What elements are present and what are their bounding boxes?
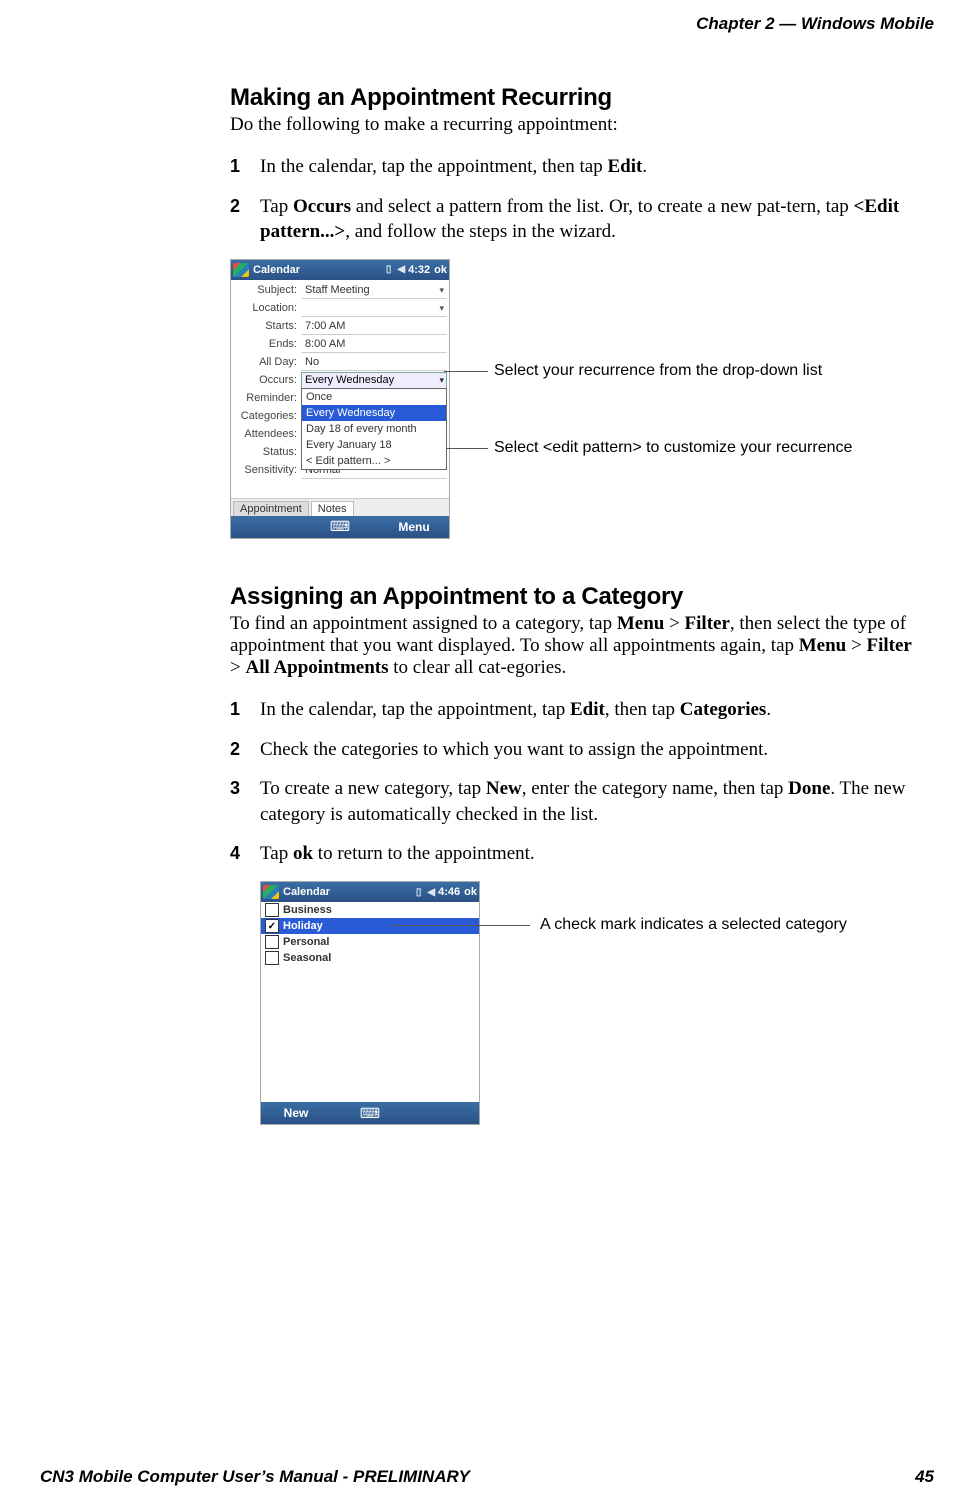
steps-category: 1 In the calendar, tap the appointment, …	[230, 697, 914, 867]
tabs: Appointment Notes	[231, 498, 449, 516]
app-title: Calendar	[283, 886, 330, 898]
step-text: and select a pattern from the list. Or, …	[351, 196, 854, 217]
section-intro-category: To find an appointment assigned to a cat…	[230, 613, 914, 679]
softkey-new[interactable]: New	[261, 1106, 331, 1120]
windows-flag-icon[interactable]	[263, 885, 279, 899]
step-text: .	[642, 156, 647, 177]
page-footer: CN3 Mobile Computer User’s Manual - PREL…	[40, 1467, 934, 1487]
step-number: 3	[230, 776, 240, 800]
volume-icon: ◀	[427, 887, 435, 898]
device-categories: Calendar ▯ ◀ 4:46 ok Business ✓Holiday P…	[260, 881, 480, 1125]
device-titlebar: Calendar ▯ ◀ 4:32 ok	[231, 260, 449, 280]
keyboard-icon[interactable]: ⌨	[331, 1105, 409, 1122]
label-subject: Subject:	[233, 284, 301, 296]
field-ends[interactable]: 8:00 AM	[301, 336, 447, 353]
checkbox-checked-icon[interactable]: ✓	[265, 919, 279, 933]
signal-icon: ▯	[416, 887, 422, 898]
step-3: 3 To create a new category, tap New, ent…	[230, 776, 914, 827]
section-title-category: Assigning an Appointment to a Category	[230, 583, 914, 611]
dropdown-option-edit-pattern[interactable]: < Edit pattern... >	[302, 453, 446, 469]
label-occurs: Occurs:	[233, 374, 301, 386]
section-title-recurring: Making an Appointment Recurring	[230, 84, 914, 112]
callout-line	[390, 925, 530, 926]
section-intro-recurring: Do the following to make a recurring app…	[230, 114, 914, 136]
clock: 4:46	[438, 886, 460, 898]
step-number: 1	[230, 154, 240, 178]
page-content: Making an Appointment Recurring Do the f…	[230, 84, 914, 1181]
checkbox-icon[interactable]	[265, 935, 279, 949]
running-head: Chapter 2 — Windows Mobile	[40, 14, 934, 34]
checkbox-icon[interactable]	[265, 903, 279, 917]
bold-occurs: Occurs	[293, 196, 351, 217]
windows-flag-icon[interactable]	[233, 263, 249, 277]
step-4: 4 Tap ok to return to the appointment.	[230, 841, 914, 867]
step-1: 1 In the calendar, tap the appointment, …	[230, 697, 914, 723]
step-2: 2 Check the categories to which you want…	[230, 737, 914, 763]
ok-button[interactable]: ok	[464, 886, 477, 898]
figure-categories: Calendar ▯ ◀ 4:46 ok Business ✓Holiday P…	[260, 881, 914, 1181]
footer-manual-title: CN3 Mobile Computer User’s Manual - PREL…	[40, 1467, 470, 1487]
category-item-business[interactable]: Business	[261, 902, 479, 918]
step-text: In the calendar, tap the appointment, th…	[260, 156, 607, 177]
category-list: Business ✓Holiday Personal Seasonal	[261, 902, 479, 966]
step-text: , and follow the steps in the wizard.	[345, 221, 616, 242]
checkbox-icon[interactable]	[265, 951, 279, 965]
dropdown-option-once[interactable]: Once	[302, 389, 446, 405]
softkey-bar: New ⌨	[261, 1102, 479, 1124]
field-location[interactable]	[301, 300, 447, 317]
callout-line	[444, 371, 488, 372]
softkey-bar: ⌨ Menu	[231, 516, 449, 538]
dropdown-option-day18[interactable]: Day 18 of every month	[302, 421, 446, 437]
dropdown-option-jan18[interactable]: Every January 18	[302, 437, 446, 453]
category-item-seasonal[interactable]: Seasonal	[261, 950, 479, 966]
footer-page-number: 45	[915, 1467, 934, 1487]
device-titlebar: Calendar ▯ ◀ 4:46 ok	[261, 882, 479, 902]
volume-icon: ◀	[397, 264, 405, 275]
label-allday: All Day:	[233, 356, 301, 368]
label-ends: Ends:	[233, 338, 301, 350]
label-location: Location:	[233, 302, 301, 314]
callout-checkmark: A check mark indicates a selected catego…	[540, 916, 847, 934]
step-number: 2	[230, 737, 240, 761]
label-status: Status:	[233, 446, 301, 458]
step-number: 2	[230, 194, 240, 218]
field-starts[interactable]: 7:00 AM	[301, 318, 447, 335]
callout-edit-pattern: Select <edit pattern> to customize your …	[494, 439, 852, 457]
occurs-dropdown[interactable]: Once Every Wednesday Day 18 of every mon…	[301, 388, 447, 470]
callout-recurrence-dropdown: Select your recurrence from the drop-dow…	[494, 362, 822, 380]
category-body: Business ✓Holiday Personal Seasonal	[261, 902, 479, 1102]
field-subject[interactable]: Staff Meeting	[301, 282, 447, 299]
step-number: 1	[230, 697, 240, 721]
callout-line	[444, 448, 488, 449]
tab-notes[interactable]: Notes	[311, 501, 354, 516]
ok-button[interactable]: ok	[434, 264, 447, 276]
figure-recurrence: Calendar ▯ ◀ 4:32 ok Subject:Staff Meeti…	[230, 259, 914, 559]
step-number: 4	[230, 841, 240, 865]
category-item-holiday[interactable]: ✓Holiday	[261, 918, 479, 934]
signal-icon: ▯	[386, 264, 392, 275]
keyboard-icon[interactable]: ⌨	[301, 518, 379, 535]
step-2: 2 Tap Occurs and select a pattern from t…	[230, 194, 914, 245]
label-starts: Starts:	[233, 320, 301, 332]
step-1: 1 In the calendar, tap the appointment, …	[230, 154, 914, 180]
appointment-form: Subject:Staff Meeting Location: Starts:7…	[231, 280, 449, 498]
label-reminder: Reminder:	[233, 392, 301, 404]
field-occurs[interactable]: Every Wednesday	[301, 372, 447, 389]
clock: 4:32	[408, 264, 430, 276]
label-attendees: Attendees:	[233, 428, 301, 440]
label-sensitivity: Sensitivity:	[233, 464, 301, 476]
app-title: Calendar	[253, 264, 300, 276]
tab-appointment[interactable]: Appointment	[233, 501, 309, 516]
dropdown-option-every-wed[interactable]: Every Wednesday	[302, 405, 446, 421]
manual-page: Chapter 2 — Windows Mobile Making an App…	[0, 0, 974, 1503]
bold-edit: Edit	[607, 156, 642, 177]
label-categories: Categories:	[233, 410, 301, 422]
softkey-menu[interactable]: Menu	[379, 520, 449, 534]
category-item-personal[interactable]: Personal	[261, 934, 479, 950]
field-allday[interactable]: No	[301, 354, 447, 371]
step-text: Tap	[260, 196, 293, 217]
steps-recurring: 1 In the calendar, tap the appointment, …	[230, 154, 914, 245]
device-calendar-edit: Calendar ▯ ◀ 4:32 ok Subject:Staff Meeti…	[230, 259, 450, 539]
